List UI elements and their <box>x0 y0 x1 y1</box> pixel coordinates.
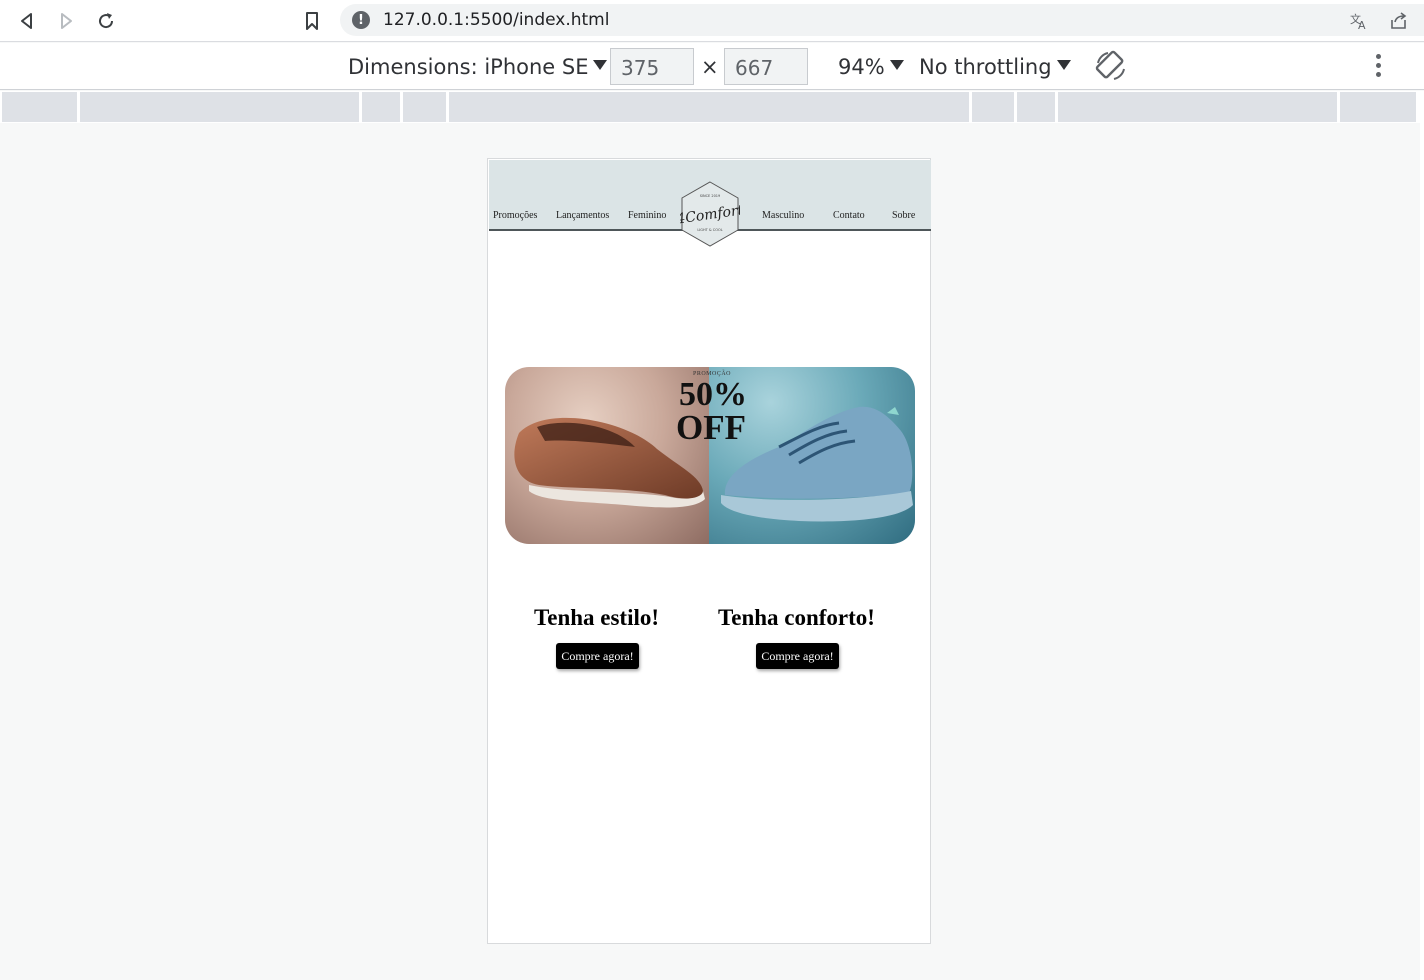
promo-percent: 50% <box>679 376 747 413</box>
media-query-segment[interactable] <box>2 92 77 122</box>
address-bar[interactable]: ! 127.0.0.1:5500/index.html <box>340 4 1424 36</box>
logo-top-text: SINCE 2019 <box>700 194 721 198</box>
svg-text:A: A <box>1358 19 1366 31</box>
media-query-segment[interactable] <box>80 92 359 122</box>
share-icon[interactable] <box>1386 8 1412 34</box>
throttling-label: No throttling <box>919 55 1052 79</box>
scrollbar-track[interactable] <box>1420 91 1424 980</box>
rotate-icon[interactable] <box>1094 49 1128 83</box>
height-input[interactable]: 667 <box>724 48 808 85</box>
throttling-dropdown[interactable]: No throttling <box>919 55 1071 79</box>
translate-icon[interactable]: 文A <box>1346 8 1372 34</box>
chevron-down-icon <box>593 60 608 70</box>
nav-link-sobre[interactable]: Sobre <box>892 210 915 221</box>
reload-icon[interactable] <box>93 8 119 34</box>
device-viewport: Promoções Lançamentos Feminino Masculino… <box>487 158 931 944</box>
more-options-icon[interactable] <box>1370 52 1386 82</box>
media-query-segment[interactable] <box>1017 92 1055 122</box>
width-input[interactable]: 375 <box>610 48 694 85</box>
promo-off-text: OFF <box>676 408 746 447</box>
nav-link-contato[interactable]: Contato <box>833 210 865 221</box>
chevron-down-icon <box>889 60 904 70</box>
back-arrow-icon[interactable] <box>14 8 40 34</box>
url-text: 127.0.0.1:5500/index.html <box>383 10 610 30</box>
dimension-separator: × <box>701 55 719 79</box>
device-toolbar: Dimensions: iPhone SE 375 × 667 94% No t… <box>0 43 1424 90</box>
buy-now-button-conforto[interactable]: Compre agora! <box>756 643 839 669</box>
media-query-bar <box>0 91 1424 123</box>
chevron-down-icon <box>1056 60 1071 70</box>
nav-link-feminino[interactable]: Feminino <box>628 210 666 221</box>
media-query-segment[interactable] <box>449 92 969 122</box>
media-query-segment[interactable] <box>1058 92 1337 122</box>
media-query-segment[interactable] <box>362 92 400 122</box>
brand-logo[interactable]: SINCE 2019 4Comfort LIGHT & COOL <box>674 181 745 247</box>
zoom-dropdown[interactable]: 94% <box>838 55 904 79</box>
browser-toolbar: ! 127.0.0.1:5500/index.html 文A <box>0 0 1424 42</box>
zoom-label: 94% <box>838 55 885 79</box>
media-query-segment[interactable] <box>1340 92 1416 122</box>
info-icon[interactable]: ! <box>352 11 370 29</box>
forward-arrow-icon[interactable] <box>53 8 79 34</box>
buy-now-button-estilo[interactable]: Compre agora! <box>556 643 639 669</box>
dimensions-dropdown[interactable]: Dimensions: iPhone SE <box>348 55 608 79</box>
bookmark-icon[interactable] <box>299 8 325 34</box>
dimensions-label: Dimensions: iPhone SE <box>348 55 589 79</box>
nav-link-promocoes[interactable]: Promoções <box>493 210 537 221</box>
media-query-segment[interactable] <box>972 92 1014 122</box>
promo-banner[interactable]: PROMOÇÃO 50% OFF <box>505 367 915 544</box>
logo-bottom-text: LIGHT & COOL <box>697 228 722 232</box>
nav-link-masculino[interactable]: Masculino <box>762 210 804 221</box>
media-query-segment[interactable] <box>403 92 446 122</box>
nav-link-lancamentos[interactable]: Lançamentos <box>556 210 609 221</box>
cta-title-conforto: Tenha conforto! <box>718 605 875 630</box>
cta-title-estilo: Tenha estilo! <box>534 605 660 630</box>
